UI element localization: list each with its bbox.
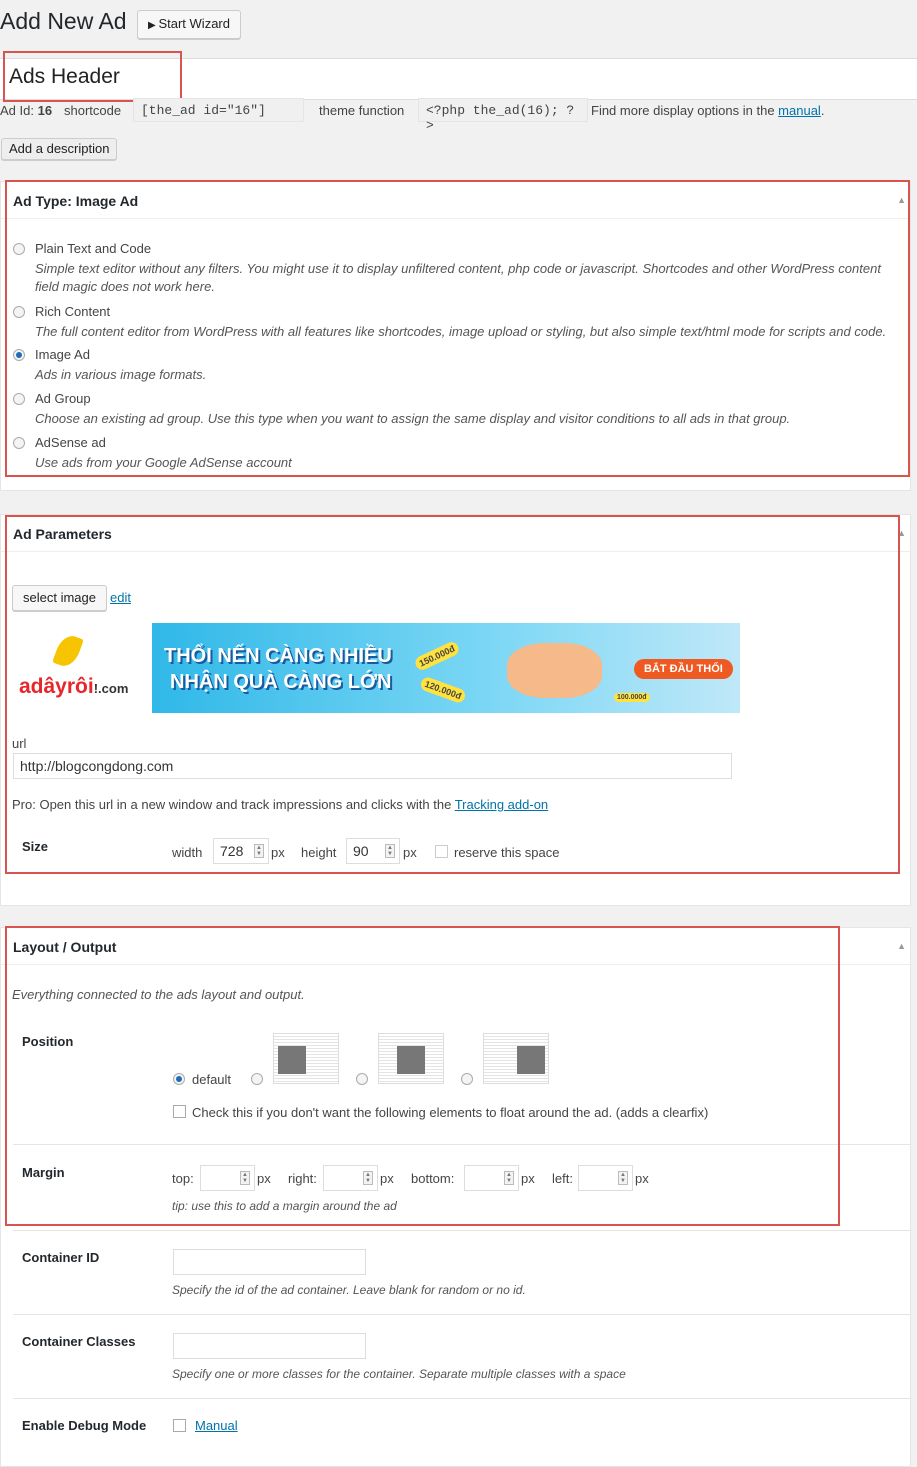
ad-type-label: Image Ad [35, 347, 90, 362]
ad-title-input[interactable]: Ads Header [0, 58, 917, 100]
ad-type-desc: Simple text editor without any filters. … [35, 261, 881, 294]
position-left-radio[interactable] [251, 1073, 263, 1085]
margin-right-input[interactable]: ▲ ▼ [323, 1165, 378, 1191]
layout-output-title: Layout / Output [1, 928, 910, 965]
position-default-radio[interactable] [173, 1073, 185, 1085]
clearfix-checkbox[interactable] [173, 1105, 186, 1118]
start-wizard-button[interactable]: ▶ Start Wizard [137, 10, 241, 39]
ad-type-desc: Use ads from your Google AdSense account [35, 455, 292, 470]
ad-parameters-title: Ad Parameters [1, 515, 910, 552]
ad-banner-image: adâyrôi!.com THỔI NẾN CÀNG NHIỀU NHẬN QU… [19, 623, 740, 713]
ad-type-radio[interactable] [13, 306, 25, 318]
ad-type-desc: The full content editor from WordPress w… [35, 324, 887, 339]
shortcode-field[interactable]: [the_ad id="16"] [133, 98, 304, 122]
ad-type-label: Plain Text and Code [35, 241, 152, 256]
ad-type-radio[interactable] [13, 349, 25, 361]
spinner-icon: ▲ ▼ [385, 844, 395, 858]
ad-type-radio[interactable] [13, 437, 25, 449]
ad-type-label: Ad Group [35, 391, 91, 406]
container-classes-input[interactable] [173, 1333, 366, 1359]
url-label: url [12, 736, 27, 751]
margin-bottom-input[interactable]: ▲ ▼ [464, 1165, 519, 1191]
width-input[interactable]: 728 ▲ ▼ [213, 838, 269, 864]
manual-link[interactable]: manual [778, 103, 821, 118]
collapse-icon[interactable]: ▲ [897, 528, 906, 538]
ad-type-desc: Ads in various image formats. [35, 367, 207, 382]
collapse-icon[interactable]: ▲ [897, 195, 906, 205]
url-input[interactable]: http://blogcongdong.com [13, 753, 732, 779]
debug-mode-checkbox[interactable] [173, 1419, 186, 1432]
ad-type-desc: Choose an existing ad group. Use this ty… [35, 411, 791, 426]
brand-logo: adâyrôi!.com [19, 631, 146, 705]
ad-type-label: AdSense ad [35, 435, 106, 450]
add-description-button[interactable]: Add a description [1, 138, 118, 160]
pro-note: Pro: Open this url in a new window and t… [12, 797, 549, 812]
page-title: Add New Ad [0, 8, 127, 34]
float-right-icon[interactable] [483, 1033, 549, 1084]
ad-type-label: Rich Content [35, 304, 111, 319]
ad-type-radio[interactable] [13, 393, 25, 405]
ad-type-title: Ad Type: Image Ad [1, 182, 910, 219]
reserve-space-checkbox[interactable] [435, 845, 448, 858]
position-right-radio[interactable] [461, 1073, 473, 1085]
float-left-icon[interactable] [273, 1033, 339, 1084]
layout-output-box: Layout / Output ▲ Everything connected t… [0, 927, 911, 1467]
size-label: Size [22, 839, 49, 854]
edit-link[interactable]: edit [110, 590, 131, 605]
tracking-addon-link[interactable]: Tracking add-on [455, 797, 548, 812]
play-icon: ▶ [148, 20, 159, 31]
theme-function-field[interactable]: <?php the_ad(16); ?> [418, 98, 588, 133]
margin-left-input[interactable]: ▲ ▼ [578, 1165, 633, 1191]
select-image-button[interactable]: select image [12, 585, 107, 611]
collapse-icon[interactable]: ▲ [897, 941, 906, 951]
margin-top-input[interactable]: ▲ ▼ [200, 1165, 255, 1191]
debug-manual-link[interactable]: Manual [195, 1418, 238, 1433]
ad-parameters-box: Ad Parameters ▲ select image edit adâyrô… [0, 514, 911, 906]
position-center-radio[interactable] [356, 1073, 368, 1085]
ad-meta: Ad Id: 16 shortcode [the_ad id="16"] the… [0, 96, 917, 133]
ad-type-box: Ad Type: Image Ad ▲ Plain Text and Code … [0, 181, 911, 491]
height-input[interactable]: 90 ▲ ▼ [346, 838, 400, 864]
spinner-icon: ▲ ▼ [254, 844, 264, 858]
ad-type-radio[interactable] [13, 243, 25, 255]
center-icon[interactable] [378, 1033, 444, 1084]
container-id-input[interactable] [173, 1249, 366, 1275]
